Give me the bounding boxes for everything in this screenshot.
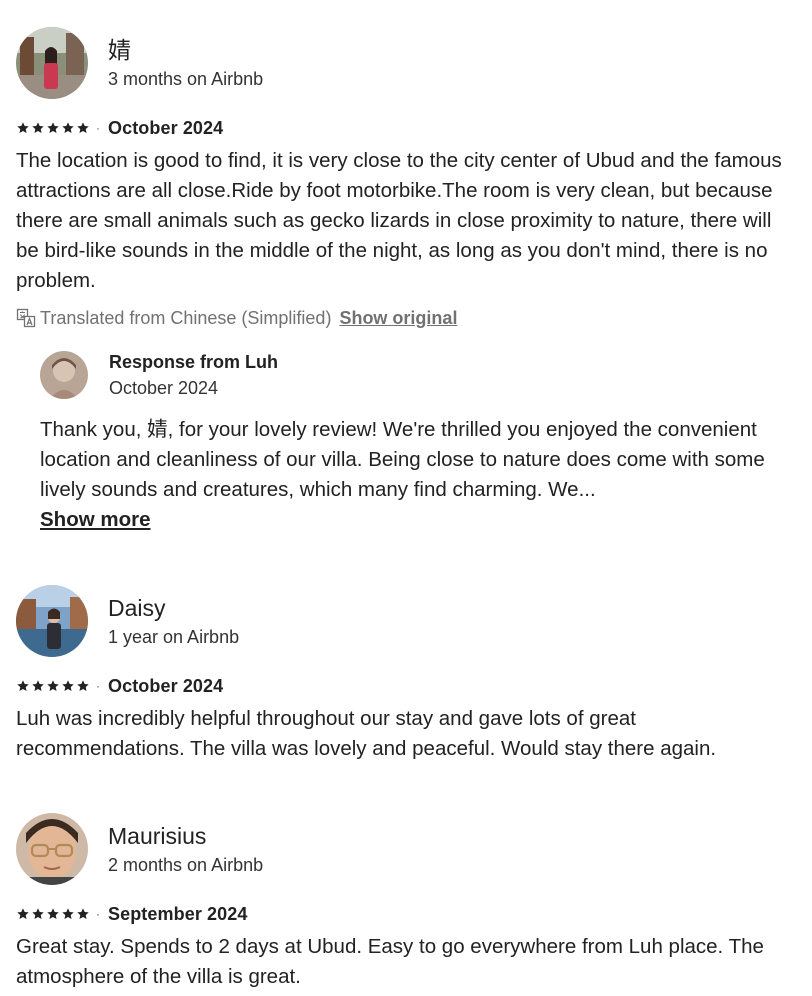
star-rating <box>16 679 90 693</box>
response-text: Thank you, 婧, for your lovely review! We… <box>40 418 765 501</box>
star-icon <box>17 122 29 134</box>
star-icon <box>77 908 89 920</box>
reviewer-header: 婧 3 months on Airbnb <box>16 27 796 99</box>
reviewer-name: 婧 <box>108 37 131 63</box>
reviewer-header: Daisy 1 year on Airbnb <box>16 585 796 657</box>
star-rating <box>16 121 90 135</box>
reviewer-avatar[interactable] <box>16 585 88 657</box>
review-date: October 2024 <box>108 117 224 138</box>
show-more-button[interactable]: Show more <box>40 505 151 535</box>
translate-icon <box>16 308 36 328</box>
response-header: Response from Luh October 2024 <box>40 349 796 401</box>
star-icon <box>32 122 44 134</box>
reviewer-name: Maurisius <box>108 823 207 849</box>
star-icon <box>17 908 29 920</box>
star-icon <box>32 908 44 920</box>
reviewer-name: Daisy <box>108 595 166 621</box>
reviewer-header: Maurisius 2 months on Airbnb <box>16 813 796 885</box>
star-icon <box>47 680 59 692</box>
review-date: September 2024 <box>108 903 248 924</box>
review-meta: · October 2024 <box>16 116 796 140</box>
star-icon <box>62 680 74 692</box>
review-card: 婧 3 months on Airbnb · October 2024 The … <box>16 27 796 535</box>
reviewer-tenure: 1 year on Airbnb <box>108 627 240 647</box>
review-meta: · October 2024 <box>16 674 796 698</box>
star-rating <box>16 907 90 921</box>
review-card: Daisy 1 year on Airbnb · October 2024 Lu… <box>16 585 796 764</box>
response-title: Response from Luh <box>109 352 279 372</box>
host-avatar[interactable] <box>40 351 88 399</box>
review-text: Luh was incredibly helpful throughout ou… <box>16 707 717 760</box>
translation-note: Translated from Chinese (Simplified) Sho… <box>16 305 796 331</box>
meta-separator: · <box>96 907 100 921</box>
translation-label: Translated from Chinese (Simplified) <box>40 307 332 328</box>
star-icon <box>47 908 59 920</box>
reviewer-avatar[interactable] <box>16 27 88 99</box>
star-icon <box>62 908 74 920</box>
review-text: Great stay. Spends to 2 days at Ubud. Ea… <box>16 935 764 988</box>
reviewer-avatar[interactable] <box>16 813 88 885</box>
star-icon <box>47 122 59 134</box>
star-icon <box>77 122 89 134</box>
host-response: Response from Luh October 2024 Thank you… <box>40 349 796 535</box>
reviewer-tenure: 2 months on Airbnb <box>108 855 264 875</box>
star-icon <box>17 680 29 692</box>
review-text: The location is good to find, it is very… <box>16 149 782 292</box>
star-icon <box>77 680 89 692</box>
response-date: October 2024 <box>109 378 219 398</box>
review-date: October 2024 <box>108 675 224 696</box>
show-original-link[interactable]: Show original <box>339 308 457 329</box>
star-icon <box>32 680 44 692</box>
star-icon <box>62 122 74 134</box>
meta-separator: · <box>96 679 100 693</box>
review-card: Maurisius 2 months on Airbnb · September… <box>16 813 796 992</box>
reviewer-tenure: 3 months on Airbnb <box>108 69 264 89</box>
meta-separator: · <box>96 121 100 135</box>
review-meta: · September 2024 <box>16 902 796 926</box>
